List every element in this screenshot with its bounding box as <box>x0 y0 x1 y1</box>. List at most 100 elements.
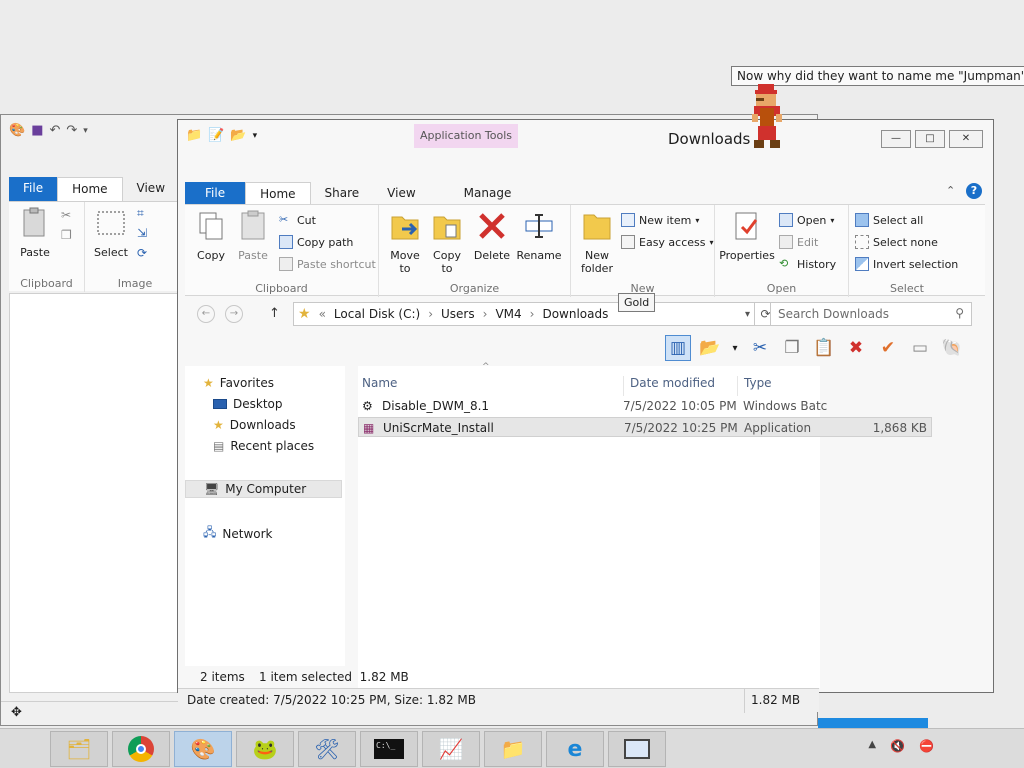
nav-network[interactable]: 🖧 Network <box>203 523 273 544</box>
rename-button[interactable]: Rename <box>515 209 563 262</box>
resize-icon[interactable]: ⇲ <box>137 226 147 240</box>
nav-downloads[interactable]: ★ Downloads <box>213 418 296 432</box>
file-row[interactable]: ▦ UniScrMate_Install 7/5/2022 10:25 PM A… <box>358 417 932 437</box>
move-to-button[interactable]: Move to <box>385 209 425 275</box>
paint-tab-file[interactable]: File <box>9 177 58 201</box>
rename-icon[interactable]: ▭ <box>907 335 933 361</box>
save-icon[interactable]: ■ <box>31 123 43 138</box>
taskbar-performance-monitor[interactable]: 📈 <box>422 731 480 767</box>
address-overflow[interactable]: « <box>315 307 330 321</box>
edit-button[interactable]: Edit <box>779 235 818 249</box>
breadcrumb-vm4[interactable]: VM4 <box>491 307 525 321</box>
taskbar-folder[interactable]: 📁 <box>484 731 542 767</box>
volume-muted-icon[interactable]: 🔇 <box>890 739 905 753</box>
cut-button[interactable]: ✂ Cut <box>279 213 316 227</box>
search-input[interactable]: Search Downloads ⚲ <box>770 302 972 326</box>
history-button[interactable]: ⟲ History <box>779 257 836 271</box>
taskbar-chrome[interactable] <box>112 731 170 767</box>
scissors-icon[interactable]: ✂ <box>747 335 773 361</box>
nav-favorites[interactable]: ★ Favorites <box>203 376 274 390</box>
copy-button[interactable]: Copy <box>191 209 231 262</box>
file-row[interactable]: ⚙ Disable_DWM_8.1 7/5/2022 10:05 PM Wind… <box>358 396 932 416</box>
rotate-icon[interactable]: ⟳ <box>137 246 147 260</box>
checkmark-icon[interactable]: ✔ <box>875 335 901 361</box>
clipboard-icon[interactable]: 📋 <box>811 335 837 361</box>
chevron-down-icon[interactable]: ▾ <box>253 131 258 141</box>
easy-access-button[interactable]: Easy access ▾ <box>621 235 714 249</box>
delete-x-icon[interactable]: ✖ <box>843 335 869 361</box>
taskbar-file-explorer[interactable]: 🗂 <box>50 731 108 767</box>
taskbar-command-prompt[interactable]: C:\_ <box>360 731 418 767</box>
nav-desktop[interactable]: Desktop <box>213 397 283 411</box>
up-button[interactable]: ↑ <box>269 306 280 321</box>
nav-recent-places[interactable]: ▤ Recent places <box>213 439 314 453</box>
crop-icon[interactable]: ⌗ <box>137 206 144 221</box>
column-header-date[interactable]: Date modified <box>623 376 715 396</box>
new-folder-button[interactable]: New folder <box>575 209 619 275</box>
tab-share[interactable]: Share <box>311 182 374 204</box>
shell-icon[interactable]: 🐚 <box>939 335 965 361</box>
paint-tab-home[interactable]: Home <box>57 177 123 201</box>
paint-paste-button[interactable]: Paste <box>15 206 55 259</box>
tab-manage[interactable]: Manage <box>450 182 526 204</box>
forward-button[interactable]: → <box>225 305 243 323</box>
paint-canvas[interactable] <box>9 293 181 693</box>
new-folder-icon[interactable]: 📂 <box>230 128 246 143</box>
breadcrumb-downloads[interactable]: Downloads <box>538 307 612 321</box>
preview-pane-icon[interactable]: ▥ <box>665 335 691 361</box>
paint-tab-view[interactable]: View <box>123 177 179 201</box>
taskbar-paint[interactable]: 🎨 <box>174 731 232 767</box>
breadcrumb-separator-icon[interactable]: › <box>479 307 492 321</box>
redo-icon[interactable]: ↷ <box>66 123 77 138</box>
taskbar-internet-explorer[interactable]: e <box>546 731 604 767</box>
tab-file[interactable]: File <box>185 182 246 204</box>
paste-button[interactable]: Paste <box>233 209 273 262</box>
taskbar-app-tools[interactable]: 🛠 <box>298 731 356 767</box>
copy-path-button[interactable]: Copy path <box>279 235 353 249</box>
explorer-titlebar[interactable]: 📁 📝 📂 ▾ Application Tools Downloads — □ … <box>178 120 993 178</box>
folder-app-icon[interactable]: 📁 <box>186 128 202 143</box>
taskbar-app-frog[interactable]: 🐸 <box>236 731 294 767</box>
undo-icon[interactable]: ↶ <box>49 123 60 138</box>
mario-sprite-icon[interactable] <box>750 84 784 150</box>
select-all-button[interactable]: Select all <box>855 213 923 227</box>
scissors-icon[interactable]: ✂ <box>61 208 71 222</box>
help-icon[interactable]: ? <box>966 183 982 199</box>
breadcrumb-local-disk[interactable]: Local Disk (C:) <box>330 307 424 321</box>
application-tools-context-tab[interactable]: Application Tools <box>414 124 518 148</box>
copy-icon[interactable]: ❐ <box>779 335 805 361</box>
minimize-button[interactable]: — <box>881 130 911 148</box>
column-header-type[interactable]: Type <box>737 376 772 396</box>
new-item-button[interactable]: New item ▾ <box>621 213 699 227</box>
column-header-name[interactable]: Name <box>362 376 397 390</box>
chevron-down-icon[interactable]: ▾ <box>745 309 754 320</box>
folder-options-icon[interactable]: 📂 <box>697 335 723 361</box>
minimize-ribbon-icon[interactable]: ⌃ <box>946 184 955 197</box>
paste-shortcut-button[interactable]: Paste shortcut <box>279 257 376 271</box>
chevron-down-icon[interactable]: ▾ <box>83 126 88 136</box>
maximize-button[interactable]: □ <box>915 130 945 148</box>
tab-view[interactable]: View <box>373 182 429 204</box>
paint-select-button[interactable]: Select <box>91 206 131 259</box>
chevron-down-icon[interactable]: ▾ <box>729 335 741 361</box>
select-none-button[interactable]: Select none <box>855 235 938 249</box>
address-bar[interactable]: ★ « Local Disk (C:) › Users › VM4 › Down… <box>293 302 755 326</box>
copy-icon[interactable]: ❐ <box>61 228 72 242</box>
taskbar-app-window[interactable] <box>608 731 666 767</box>
tab-home[interactable]: Home <box>245 182 311 204</box>
back-button[interactable]: ← <box>197 305 215 323</box>
breadcrumb-separator-icon[interactable]: › <box>424 307 437 321</box>
network-error-icon[interactable]: ⛔ <box>919 739 934 753</box>
copy-to-button[interactable]: Copy to <box>427 209 467 275</box>
nav-my-computer[interactable]: 🖥 My Computer <box>185 480 342 498</box>
open-button[interactable]: Open ▾ <box>779 213 834 227</box>
breadcrumb-separator-icon[interactable]: › <box>526 307 539 321</box>
paint-app-icon[interactable]: 🎨 <box>9 123 25 138</box>
properties-icon[interactable]: 📝 <box>208 128 224 143</box>
invert-selection-button[interactable]: Invert selection <box>855 257 958 271</box>
properties-button[interactable]: Properties <box>719 209 775 262</box>
close-button[interactable]: ✕ <box>949 130 983 148</box>
chevron-up-icon[interactable]: ▲ <box>868 739 876 753</box>
delete-button[interactable]: Delete <box>471 209 513 262</box>
breadcrumb-users[interactable]: Users <box>437 307 479 321</box>
